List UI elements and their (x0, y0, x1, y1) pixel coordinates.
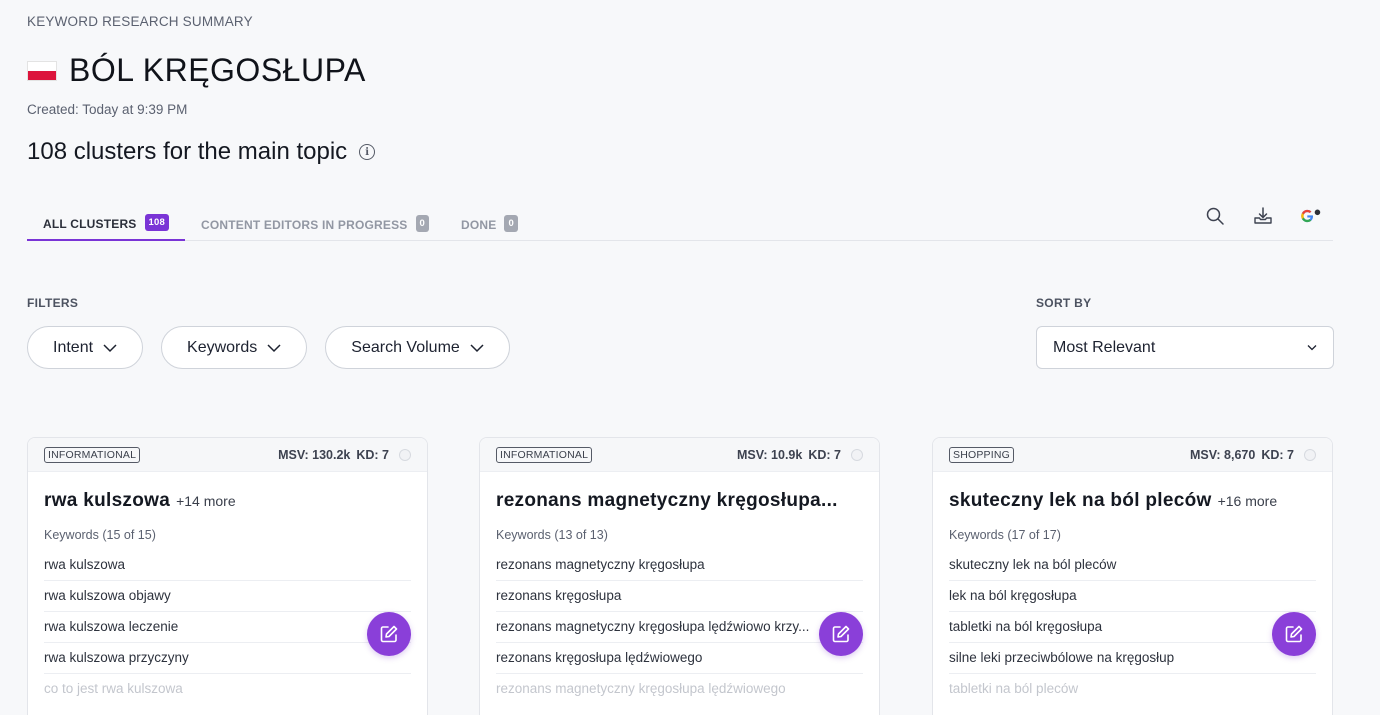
keyword-item: rwa kulszowa przyczyny (44, 643, 411, 674)
keyword-item: co to jest rwa kulszowa (44, 681, 183, 696)
keywords-count: Keywords (13 of 13) (496, 528, 608, 542)
sort-label: SORT BY (1036, 296, 1092, 310)
clusters-summary: 108 clusters for the main topic i (27, 138, 376, 166)
keyword-item: rezonans magnetyczny kręgosłupa lędźwiow… (496, 681, 786, 696)
cluster-card[interactable]: INFORMATIONAL MSV: 130.2k KD: 7 rwa kuls… (27, 437, 428, 715)
intent-tag: INFORMATIONAL (496, 446, 593, 463)
cluster-name: skuteczny lek na ból pleców (949, 490, 1212, 511)
tab-label: DONE (461, 217, 497, 232)
count-badge: 108 (144, 214, 169, 231)
filter-label: Intent (53, 338, 94, 356)
tab-label: CONTENT EDITORS IN PROGRESS (200, 217, 408, 232)
card-header: INFORMATIONAL MSV: 130.2k KD: 7 (28, 438, 427, 472)
page-title: BÓL KRĘGOSŁUPA (69, 52, 366, 88)
kd-indicator-icon (851, 448, 863, 461)
intent-tag: INFORMATIONAL (44, 446, 141, 463)
sort-select[interactable]: Most Relevant (1036, 326, 1334, 369)
keywords-filter[interactable]: Keywords (161, 326, 308, 369)
filters-label: FILTERS (27, 296, 79, 310)
card-title[interactable]: rezonans magnetyczny kręgosłupa... (496, 490, 863, 512)
chevron-down-icon (470, 343, 484, 352)
chevron-down-icon (1307, 345, 1317, 351)
card-title[interactable]: skuteczny lek na ból pleców +16 more (949, 490, 1316, 512)
card-metrics: MSV: 8,670 KD: 7 (1190, 448, 1316, 462)
card-header: INFORMATIONAL MSV: 10.9k KD: 7 (480, 438, 879, 472)
keyword-item: lek na ból kręgosłupa (949, 581, 1316, 612)
card-metrics: MSV: 10.9k KD: 7 (737, 448, 863, 462)
title-row: BÓL KRĘGOSŁUPA (27, 52, 366, 89)
cluster-name: rezonans magnetyczny kręgosłupa... (496, 490, 838, 511)
keyword-item: rezonans kręgosłupa (496, 581, 863, 612)
edit-button[interactable] (819, 612, 863, 656)
tab-all-clusters[interactable]: ALL CLUSTERS 108 (27, 200, 185, 241)
more-count: +14 more (176, 493, 236, 509)
edit-icon (380, 625, 398, 643)
tab-content-editors[interactable]: CONTENT EDITORS IN PROGRESS 0 (185, 200, 445, 241)
filter-label: Keywords (187, 338, 258, 356)
cluster-name: rwa kulszowa (44, 490, 171, 511)
sort-value: Most Relevant (1053, 338, 1156, 356)
chevron-down-icon (103, 343, 117, 352)
keyword-item: rwa kulszowa objawy (44, 581, 411, 612)
keyword-item: skuteczny lek na ból pleców (949, 550, 1316, 581)
kd-value: KD: 7 (1261, 447, 1294, 462)
keywords-count: Keywords (15 of 15) (44, 528, 156, 542)
tab-done[interactable]: DONE 0 (445, 200, 534, 241)
msv-value: MSV: 8,670 (1190, 447, 1256, 462)
chevron-down-icon (267, 343, 281, 352)
more-count: +16 more (1217, 493, 1278, 509)
clusters-count-text: 108 clusters for the main topic (27, 138, 348, 165)
keyword-item: tabletki na ból pleców (949, 681, 1079, 696)
count-badge: 0 (415, 215, 429, 232)
page-eyebrow: KEYWORD RESEARCH SUMMARY (27, 14, 253, 29)
google-icon[interactable] (1299, 204, 1323, 228)
card-title[interactable]: rwa kulszowa +14 more (44, 490, 411, 512)
msv-value: MSV: 10.9k (737, 447, 803, 462)
info-icon[interactable]: i (359, 144, 376, 160)
created-timestamp: Created: Today at 9:39 PM (27, 102, 188, 117)
cluster-card[interactable]: SHOPPING MSV: 8,670 KD: 7 skuteczny lek … (932, 437, 1333, 715)
count-badge: 0 (504, 215, 518, 232)
keyword-item: tabletki na ból kręgosłupa (949, 612, 1316, 643)
download-icon[interactable] (1251, 204, 1275, 228)
intent-filter[interactable]: Intent (27, 326, 144, 369)
search-volume-filter[interactable]: Search Volume (325, 326, 510, 369)
edit-icon (832, 625, 850, 643)
kd-indicator-icon (1304, 448, 1316, 461)
keyword-item: silne leki przeciwbólowe na kręgosłup (949, 643, 1316, 674)
keyword-item: rezonans magnetyczny kręgosłupa lędźwiow… (496, 612, 863, 643)
edit-button[interactable] (367, 612, 411, 656)
keyword-item: rwa kulszowa leczenie (44, 612, 411, 643)
cluster-tabs: ALL CLUSTERS 108 CONTENT EDITORS IN PROG… (27, 200, 1333, 241)
card-metrics: MSV: 130.2k KD: 7 (278, 448, 411, 462)
kd-value: KD: 7 (356, 447, 389, 462)
keyword-item: rezonans magnetyczny kręgosłupa (496, 550, 863, 581)
poland-flag-icon (27, 60, 57, 81)
filter-bar: Intent Keywords Search Volume (27, 326, 510, 369)
card-header: SHOPPING MSV: 8,670 KD: 7 (933, 438, 1332, 472)
kd-indicator-icon (399, 448, 411, 461)
filter-label: Search Volume (351, 338, 460, 356)
msv-value: MSV: 130.2k (278, 447, 351, 462)
toolbar (1203, 204, 1323, 228)
keyword-item: rezonans kręgosłupa lędźwiowego (496, 643, 863, 674)
keyword-item: rwa kulszowa (44, 550, 411, 581)
keywords-count: Keywords (17 of 17) (949, 528, 1061, 542)
intent-tag: SHOPPING (949, 446, 1015, 463)
edit-button[interactable] (1272, 612, 1316, 656)
search-icon[interactable] (1203, 204, 1227, 228)
cluster-card[interactable]: INFORMATIONAL MSV: 10.9k KD: 7 rezonans … (479, 437, 880, 715)
edit-icon (1285, 625, 1303, 643)
tab-label: ALL CLUSTERS (43, 216, 137, 231)
kd-value: KD: 7 (808, 447, 841, 462)
